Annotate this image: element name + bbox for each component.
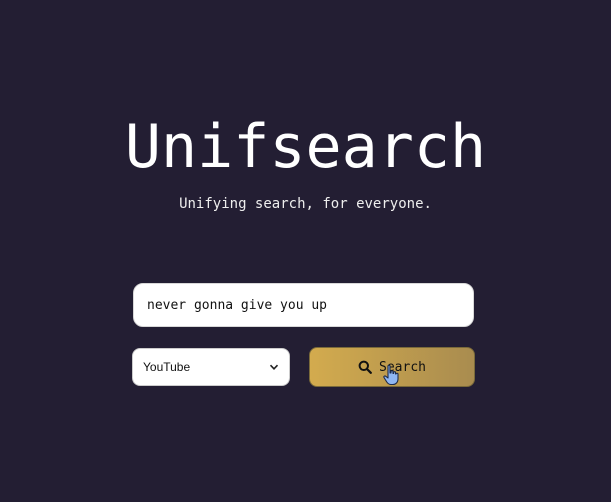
search-icon [358,360,372,374]
search-button[interactable]: Search [309,347,475,387]
engine-select[interactable]: YouTube [132,348,290,386]
app-title: Unifsearch [124,112,487,182]
search-button-label: Search [379,359,426,375]
chevron-down-icon [269,362,279,372]
search-input[interactable] [133,283,474,327]
engine-select-value: YouTube [143,360,191,374]
app-tagline: Unifying search, for everyone. [179,196,432,212]
